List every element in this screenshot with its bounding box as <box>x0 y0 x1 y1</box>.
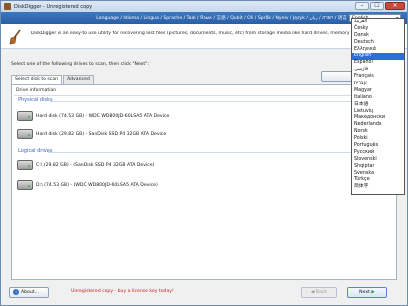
language-option[interactable]: Dansk <box>352 33 404 40</box>
language-option[interactable]: Français <box>352 74 404 81</box>
language-strip: Language / Idioma / Lingua / Sprache / T… <box>1 12 407 24</box>
language-option[interactable]: Deutsch <box>352 40 404 47</box>
next-arrow-icon: ▶ <box>369 290 375 295</box>
group-divider <box>50 101 396 102</box>
drive-item[interactable]: Hard disk (29.82 GB) - SanDisk SSD P4 32… <box>17 127 166 141</box>
hard-drive-icon <box>17 160 33 170</box>
app-icon <box>4 3 11 10</box>
drive-label: D:\ (74.53 GB) - (WDC WD800JD-60LSA5 ATA… <box>36 182 158 188</box>
language-option[interactable]: Português <box>352 143 404 150</box>
next-button[interactable]: Next ▶ <box>347 287 387 298</box>
about-button[interactable]: i About... <box>9 287 49 298</box>
language-option[interactable]: Italiano <box>352 95 404 102</box>
language-option[interactable]: Polski <box>352 136 404 143</box>
drive-label: C:\ (29.82 GB) - (SanDisk SSD P4 32GB AT… <box>36 162 155 168</box>
intro-text: DiskDigger is an easy-to use utility for… <box>31 31 361 36</box>
language-option[interactable]: עברית <box>352 81 404 88</box>
group-label-logical: Logical drives <box>18 148 53 154</box>
hard-drive-icon <box>17 180 33 190</box>
language-strip-text: Language / Idioma / Lingua / Sprache / T… <box>96 15 347 21</box>
drive-label: Hard disk (74.53 GB) - WDC WD800JD-60LSA… <box>36 113 170 119</box>
drive-list-panel: Drive information Physical disks Hard di… <box>11 84 397 280</box>
header-banner: Language / Idioma / Lingua / Sprache / T… <box>1 12 407 49</box>
maximize-button[interactable]: ☐ <box>370 2 384 10</box>
about-label: About... <box>21 290 39 295</box>
tab-advanced[interactable]: Advanced <box>63 75 94 84</box>
language-dropdown-list: العربية Česky Dansk Deutsch Ελληνικά Eng… <box>351 18 405 195</box>
language-option[interactable]: 日本語 <box>352 102 404 109</box>
back-label: Back <box>315 290 328 295</box>
language-option[interactable]: Русский <box>352 150 404 157</box>
group-divider <box>48 152 394 153</box>
list-header: Drive information <box>14 88 394 96</box>
back-button[interactable]: ◀ Back <box>301 287 337 298</box>
info-icon: i <box>13 288 19 295</box>
next-label: Next <box>359 290 370 295</box>
language-option[interactable]: العربية <box>352 19 404 26</box>
close-button[interactable]: ✕ <box>385 2 405 10</box>
shovel-icon <box>9 29 21 45</box>
instruction-text: Select one of the following drives to sc… <box>11 62 149 67</box>
window-title: DiskDigger - Unregistered copy <box>14 3 93 10</box>
minimize-button[interactable]: – <box>355 2 369 10</box>
language-option[interactable]: Shqiptar <box>352 164 404 171</box>
app-window: DiskDigger - Unregistered copy – ☐ ✕ Lan… <box>0 0 408 306</box>
language-option[interactable]: 简体字 <box>352 184 404 191</box>
drive-item[interactable]: D:\ (74.53 GB) - (WDC WD800JD-60LSA5 ATA… <box>17 178 158 192</box>
title-bar: DiskDigger - Unregistered copy – ☐ ✕ <box>1 1 407 12</box>
unregistered-notice[interactable]: Unregistered copy - buy a license key to… <box>71 289 174 294</box>
hard-drive-icon <box>17 111 33 121</box>
drive-item[interactable]: C:\ (29.82 GB) - (SanDisk SSD P4 32GB AT… <box>17 158 154 172</box>
hard-drive-icon <box>17 129 33 139</box>
refresh-button[interactable] <box>321 71 355 82</box>
language-option[interactable]: Magyar <box>352 88 404 95</box>
group-label-physical: Physical disks <box>18 97 53 103</box>
language-option[interactable]: Česky <box>352 26 404 33</box>
drive-item[interactable]: Hard disk (74.53 GB) - WDC WD800JD-60LSA… <box>17 109 169 123</box>
language-option[interactable]: Slovenski <box>352 157 404 164</box>
drive-label: Hard disk (29.82 GB) - SanDisk SSD P4 32… <box>36 131 167 137</box>
window-controls: – ☐ ✕ <box>355 2 405 10</box>
